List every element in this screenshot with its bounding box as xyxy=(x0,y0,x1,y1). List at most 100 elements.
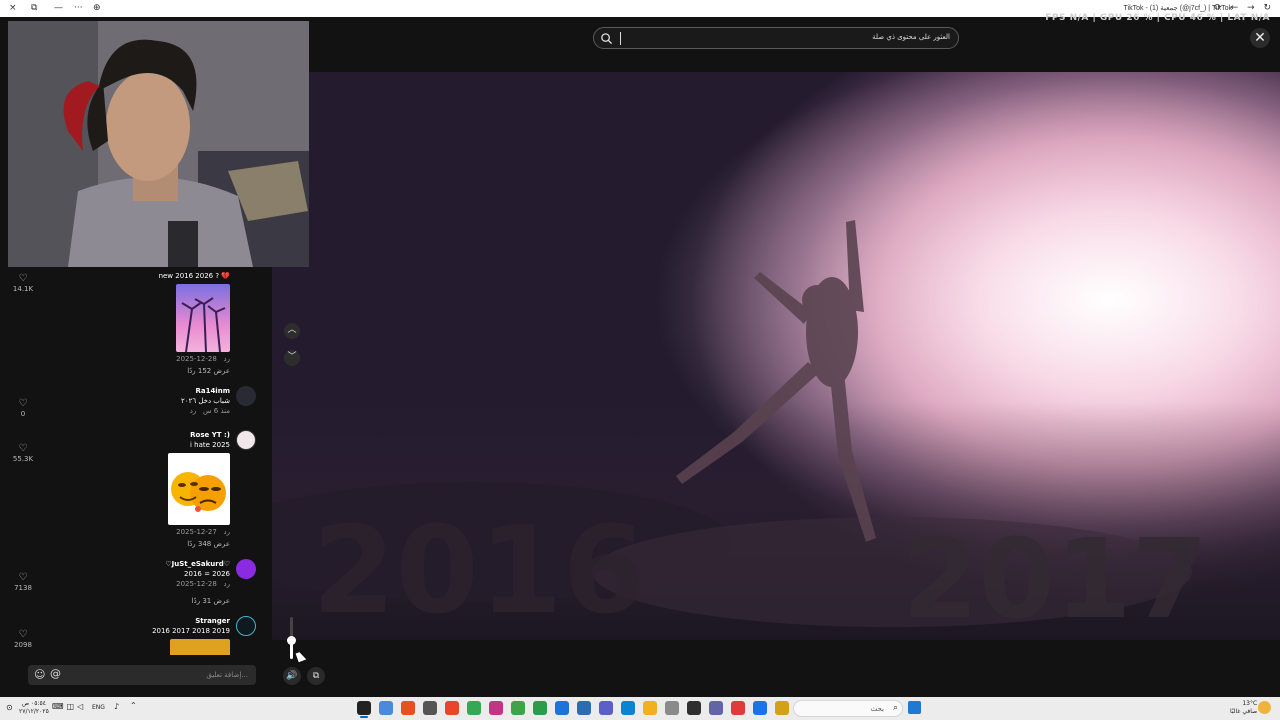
taskbar-app-icon[interactable] xyxy=(621,701,635,715)
year-left: 2016 xyxy=(312,502,646,640)
comment-text: 2016 = 2026 xyxy=(184,570,230,578)
previous-video-button[interactable]: ︿ xyxy=(284,323,300,339)
view-replies-link[interactable]: عرض 348 ردًا xyxy=(187,540,230,548)
like-count: 2098 xyxy=(14,641,32,649)
like-count: 7138 xyxy=(14,584,32,592)
taskbar-app-icon[interactable] xyxy=(489,701,503,715)
like-count: 14.1K xyxy=(12,285,34,293)
taskbar: ٠٥:٥٤ ص ٢٧/١٢/٢٠٢٥ ⊙ ⌨◫◁ ENG ♪ ⌃ بحث ⌕ 1… xyxy=(0,697,1280,720)
extensions-icon[interactable]: ⊕ xyxy=(93,3,101,13)
weather-widget[interactable]: 13°C صافي غالبًا xyxy=(1230,700,1257,716)
webcam-overlay xyxy=(8,21,309,267)
taskbar-app-icon[interactable] xyxy=(357,701,371,715)
comment-image-emoji[interactable] xyxy=(168,453,230,525)
year-right: 2017 xyxy=(902,515,1208,640)
avatar[interactable] xyxy=(236,559,256,579)
heart-icon[interactable]: ♡ xyxy=(8,572,38,583)
avatar[interactable] xyxy=(236,616,256,636)
heart-icon[interactable]: ♡ xyxy=(8,629,38,640)
comment-like[interactable]: ♡ 55.3K xyxy=(8,443,38,463)
pip-button[interactable]: ⧉ xyxy=(307,667,325,685)
taskbar-app-icon[interactable] xyxy=(731,701,745,715)
comment-input[interactable]: ☺ @ إضافة تعليق... xyxy=(28,665,256,685)
taskbar-app-icon[interactable] xyxy=(775,701,789,715)
comment-image-palms[interactable] xyxy=(176,284,230,353)
heart-icon[interactable]: ♡ xyxy=(8,443,38,454)
mention-icon[interactable]: @ xyxy=(50,667,61,680)
comment-placeholder: إضافة تعليق... xyxy=(206,671,248,679)
taskbar-app-icon[interactable] xyxy=(467,701,481,715)
search-placeholder: العثور على محتوى ذي صلة xyxy=(872,33,950,41)
taskbar-search-placeholder: بحث xyxy=(870,705,884,713)
comment-image-partial[interactable] xyxy=(170,639,230,655)
comment-date: 2025-12-28 رد xyxy=(176,355,230,363)
taskbar-clock[interactable]: ٠٥:٥٤ ص ٢٧/١٢/٢٠٢٥ xyxy=(19,700,49,716)
volume-button[interactable]: 🔊 xyxy=(283,667,301,685)
comment-like[interactable]: ♡ 7138 xyxy=(8,572,38,592)
taskbar-app-icon[interactable] xyxy=(445,701,459,715)
video-bottom-area xyxy=(272,640,1280,696)
comment-date: 2025-12-28 رد xyxy=(176,580,230,588)
taskbar-app-icon[interactable] xyxy=(665,701,679,715)
comment-like[interactable]: ♡ 2098 xyxy=(8,629,38,649)
notification-icon[interactable]: ⊙ xyxy=(6,703,13,712)
windows-start-icon[interactable] xyxy=(908,701,921,714)
active-app-indicator xyxy=(360,716,368,718)
comment-author[interactable]: ♡JuSt_eSakurd♡ xyxy=(165,560,230,568)
taskbar-search[interactable]: بحث ⌕ xyxy=(793,700,903,717)
language-indicator[interactable]: ENG xyxy=(92,704,105,711)
taskbar-app-icon[interactable] xyxy=(555,701,569,715)
streamer-image xyxy=(8,21,309,267)
taskbar-app-icon[interactable] xyxy=(533,701,547,715)
taskbar-app-icon[interactable] xyxy=(599,701,613,715)
comment-author[interactable]: Ra14inm xyxy=(195,387,230,395)
video-frame: 2016 2017 xyxy=(272,72,1280,640)
taskbar-app-icon[interactable] xyxy=(401,701,415,715)
comment-text: شباب دخل ٢٠٢٦ xyxy=(181,397,230,405)
comment-text: 2016 2017 2018 2019 xyxy=(152,627,230,635)
avatar[interactable] xyxy=(236,430,256,450)
view-replies-link[interactable]: عرض 152 ردًا xyxy=(187,367,230,375)
volume-slider[interactable] xyxy=(287,617,296,659)
comment-text: i hate 2025 xyxy=(190,441,230,449)
heart-icon[interactable]: ♡ xyxy=(8,273,38,284)
taskbar-app-icon[interactable] xyxy=(643,701,657,715)
taskbar-app-icon[interactable] xyxy=(577,701,591,715)
like-count: 55.3K xyxy=(12,455,34,463)
chevron-up-icon[interactable]: ⌃ xyxy=(130,701,137,710)
browser-nav-icons[interactable]: ⟳ ← → ↻ xyxy=(1214,3,1274,13)
taskbar-app-icon[interactable] xyxy=(753,701,767,715)
minimize-window-icon[interactable]: — xyxy=(54,3,63,13)
volume-knob[interactable] xyxy=(287,636,296,645)
more-options-icon[interactable]: ··· xyxy=(74,3,83,13)
close-window-icon[interactable]: × xyxy=(9,3,17,13)
comment-like[interactable]: ♡ 14.1K xyxy=(8,273,38,293)
comment-author[interactable]: Rose YT :) xyxy=(190,431,230,439)
restore-window-icon[interactable]: ⧉ xyxy=(31,3,37,13)
video-player[interactable]: 2016 2017 xyxy=(272,72,1280,640)
weather-icon[interactable] xyxy=(1258,701,1271,714)
comment-date: 2025-12-27 رد xyxy=(176,528,230,536)
taskbar-app-icon[interactable] xyxy=(709,701,723,715)
avatar[interactable] xyxy=(236,386,256,406)
taskbar-app-icon[interactable] xyxy=(687,701,701,715)
comment-text: new 2016 2026 ? 💔 xyxy=(158,272,230,280)
next-video-button[interactable]: ﹀ xyxy=(284,350,300,366)
comment-like[interactable]: ♡ 0 xyxy=(8,398,38,418)
taskbar-app-icon[interactable] xyxy=(379,701,393,715)
comment-author[interactable]: Stranger xyxy=(195,617,230,625)
taskbar-app-icon[interactable] xyxy=(423,701,437,715)
emoji-icon[interactable]: ☺ xyxy=(34,668,45,681)
search-icon xyxy=(601,33,613,45)
search-icon: ⌕ xyxy=(892,703,898,713)
tray-icons[interactable]: ⌨◫◁ xyxy=(52,702,86,711)
taskbar-app-icon[interactable] xyxy=(511,701,525,715)
comment-date: منذ 6 س رد xyxy=(189,407,230,415)
close-video-button[interactable]: ✕ xyxy=(1250,28,1270,48)
heart-icon[interactable]: ♡ xyxy=(8,398,38,409)
search-input[interactable]: العثور على محتوى ذي صلة xyxy=(593,27,959,49)
text-caret xyxy=(620,32,621,45)
view-replies-link[interactable]: عرض 31 ردًا xyxy=(192,597,230,605)
microphone-icon[interactable]: ♪ xyxy=(114,702,119,711)
like-count: 0 xyxy=(20,410,26,418)
